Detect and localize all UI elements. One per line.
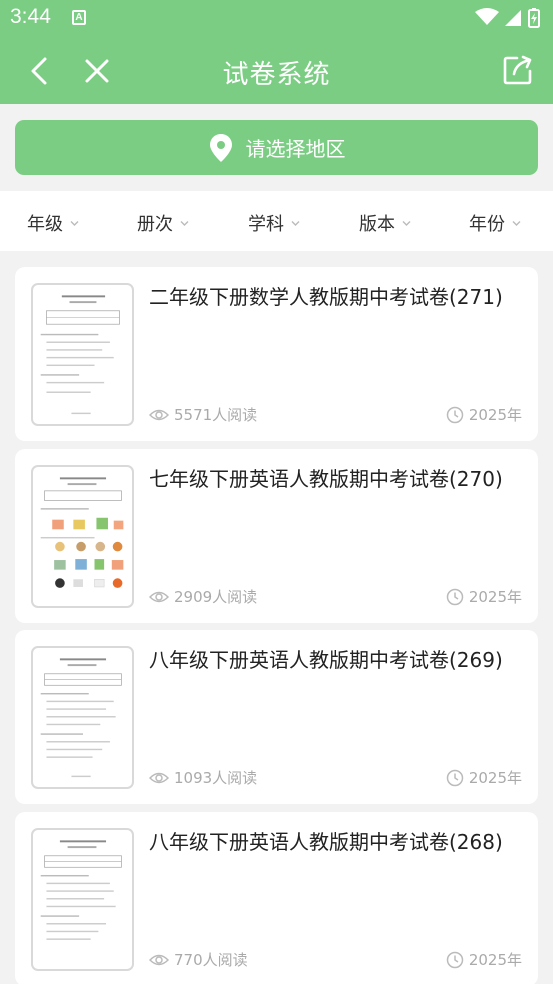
status-bar: 3:44 A: [0, 0, 553, 36]
view-count: 1093人阅读: [149, 767, 257, 788]
view-count-label: 5571人阅读: [174, 406, 258, 424]
view-count-label: 2909人阅读: [174, 588, 258, 606]
share-icon[interactable]: [501, 53, 535, 87]
filter-subject[interactable]: 学科: [248, 210, 301, 236]
chevron-down-icon: [180, 220, 189, 226]
chevron-down-icon: [291, 220, 300, 226]
paper-year-label: 2025年: [468, 406, 522, 424]
location-pin-icon: [209, 133, 232, 162]
paper-card[interactable]: 七年级下册英语人教版期中考试卷(270) 2909人阅读 2025年: [15, 449, 538, 623]
chevron-down-icon: [402, 220, 411, 226]
paper-year: 2025年: [446, 949, 522, 970]
paper-thumbnail: [31, 646, 134, 789]
eye-icon: [149, 409, 169, 420]
view-count: 2909人阅读: [149, 586, 257, 607]
view-count-label: 770人阅读: [174, 951, 248, 969]
paper-title: 八年级下册英语人教版期中考试卷(269): [149, 648, 503, 672]
view-count: 770人阅读: [149, 949, 248, 970]
paper-year-label: 2025年: [468, 769, 522, 787]
battery-icon: [528, 8, 540, 28]
filter-edition[interactable]: 版本: [359, 210, 412, 236]
clock-icon: [446, 406, 464, 423]
paper-title: 七年级下册英语人教版期中考试卷(270): [149, 467, 503, 491]
paper-thumbnail: [31, 465, 134, 608]
view-count: 5571人阅读: [149, 404, 257, 425]
clock-icon: [446, 951, 464, 968]
nav-bar: 试卷系统: [0, 40, 553, 102]
eye-icon: [149, 591, 169, 602]
chevron-down-icon: [512, 220, 521, 226]
status-time: 3:44: [10, 5, 51, 28]
filter-label: 册次: [137, 214, 173, 235]
filter-grade[interactable]: 年级: [27, 210, 80, 236]
paper-year-label: 2025年: [468, 588, 522, 606]
filter-bar: 年级 册次 学科 版本 年份: [0, 191, 553, 251]
filter-year[interactable]: 年份: [469, 210, 522, 236]
paper-year: 2025年: [446, 404, 522, 425]
paper-card[interactable]: 八年级下册英语人教版期中考试卷(269) 1093人阅读 2025年: [15, 630, 538, 804]
status-icons: [475, 8, 540, 28]
paper-year: 2025年: [446, 586, 522, 607]
paper-card[interactable]: 二年级下册数学人教版期中考试卷(271) 5571人阅读 2025年: [15, 267, 538, 441]
filter-label: 学科: [248, 214, 284, 235]
paper-title: 八年级下册英语人教版期中考试卷(268): [149, 830, 503, 854]
paper-thumbnail: [31, 283, 134, 426]
notification-icon: A: [72, 10, 86, 25]
page-title: 试卷系统: [222, 60, 331, 90]
filter-label: 年级: [27, 214, 63, 235]
clock-icon: [446, 769, 464, 786]
wifi-icon: [475, 8, 499, 25]
chevron-down-icon: [70, 220, 79, 226]
filter-label: 版本: [359, 214, 395, 235]
eye-icon: [149, 772, 169, 783]
signal-icon: [505, 10, 521, 26]
paper-year: 2025年: [446, 767, 522, 788]
filter-volume[interactable]: 册次: [137, 210, 190, 236]
clock-icon: [446, 588, 464, 605]
select-region-label: 请选择地区: [245, 137, 346, 161]
filter-label: 年份: [469, 214, 505, 235]
paper-title: 二年级下册数学人教版期中考试卷(271): [149, 285, 503, 309]
select-region-button[interactable]: 请选择地区: [15, 120, 538, 175]
view-count-label: 1093人阅读: [174, 769, 258, 787]
paper-card[interactable]: 八年级下册英语人教版期中考试卷(268) 770人阅读 2025年: [15, 812, 538, 984]
paper-year-label: 2025年: [468, 951, 522, 969]
app-header: 3:44 A 试卷系统: [0, 0, 553, 104]
eye-icon: [149, 954, 169, 965]
paper-thumbnail: [31, 828, 134, 971]
